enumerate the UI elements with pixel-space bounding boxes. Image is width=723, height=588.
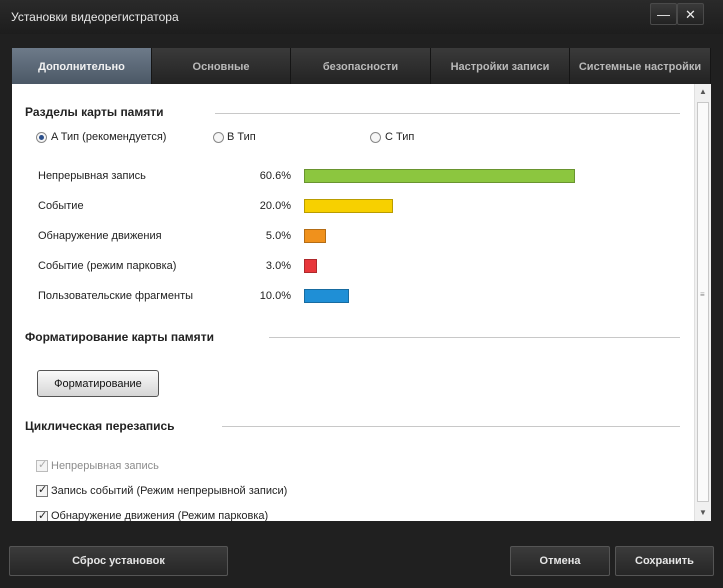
partition-label: Непрерывная запись <box>38 170 146 182</box>
partition-label: Событие (режим парковка) <box>38 260 177 272</box>
reset-settings-button[interactable]: Сброс установок <box>9 546 228 576</box>
partition-label: Событие <box>38 200 84 212</box>
checkbox-events[interactable] <box>36 483 48 497</box>
section-title-cyclic: Циклическая перезапись <box>25 419 175 433</box>
scroll-up-icon[interactable]: ▲ <box>695 84 711 100</box>
close-icon: ✕ <box>685 7 696 22</box>
checkbox-events-label: Запись событий (Режим непрерывной записи… <box>51 485 288 497</box>
partition-percent: 10.0% <box>259 290 291 302</box>
section-divider <box>215 113 680 114</box>
radio-type-b[interactable] <box>213 132 224 143</box>
tab-recording-settings[interactable]: Настройки записи <box>431 48 570 84</box>
checkbox-motion-label: Обнаружение движения (Режим парковка) <box>51 510 269 521</box>
checkbox-motion[interactable] <box>36 509 48 521</box>
partition-label: Обнаружение движения <box>38 230 162 242</box>
tab-bar: Дополнительно Основные безопасности Наст… <box>12 48 711 84</box>
partition-percent: 3.0% <box>265 260 291 272</box>
save-button[interactable]: Сохранить <box>615 546 714 576</box>
tab-basic[interactable]: Основные <box>152 48 291 84</box>
minimize-icon: — <box>657 7 670 22</box>
settings-content: Разделы карты памяти A Тип (рекомендуетс… <box>12 84 711 521</box>
minimize-button[interactable]: — <box>650 3 677 25</box>
partition-bar <box>304 169 575 183</box>
settings-window: Установки видеорегистратора — ✕ Дополнит… <box>0 0 723 588</box>
section-divider <box>222 426 680 427</box>
partition-bar <box>304 259 317 273</box>
scroll-down-icon[interactable]: ▼ <box>695 505 711 521</box>
section-title-formatting: Форматирование карты памяти <box>25 330 214 344</box>
checkbox-continuous <box>36 458 48 472</box>
radio-type-a[interactable] <box>36 132 47 143</box>
close-button[interactable]: ✕ <box>677 3 704 25</box>
radio-type-b-label: B Тип <box>227 131 256 143</box>
window-title: Установки видеорегистратора <box>11 10 179 24</box>
radio-type-c-label: C Тип <box>385 131 415 143</box>
vertical-scrollbar[interactable]: ▲ ≡ ▼ <box>694 84 711 521</box>
tab-additional[interactable]: Дополнительно <box>12 48 152 84</box>
radio-type-c[interactable] <box>370 132 381 143</box>
partition-percent: 5.0% <box>265 230 291 242</box>
radio-type-a-label: A Тип (рекомендуется) <box>51 131 167 143</box>
partition-percent: 20.0% <box>259 200 291 212</box>
tab-system-settings[interactable]: Системные настройки <box>570 48 711 84</box>
format-button[interactable]: Форматирование <box>37 370 159 397</box>
partition-percent: 60.6% <box>259 170 291 182</box>
checkbox-continuous-label: Непрерывная запись <box>51 460 159 472</box>
partition-bar <box>304 199 393 213</box>
partition-bar <box>304 289 349 303</box>
section-title-partitions: Разделы карты памяти <box>25 105 164 119</box>
section-divider <box>269 337 680 338</box>
scrollbar-thumb[interactable]: ≡ <box>697 102 709 502</box>
grip-icon: ≡ <box>700 290 705 299</box>
title-bar: Установки видеорегистратора — ✕ <box>0 0 723 34</box>
partition-label: Пользовательские фрагменты <box>38 290 194 302</box>
partition-bar <box>304 229 326 243</box>
tab-security[interactable]: безопасности <box>291 48 431 84</box>
cancel-button[interactable]: Отмена <box>510 546 610 576</box>
